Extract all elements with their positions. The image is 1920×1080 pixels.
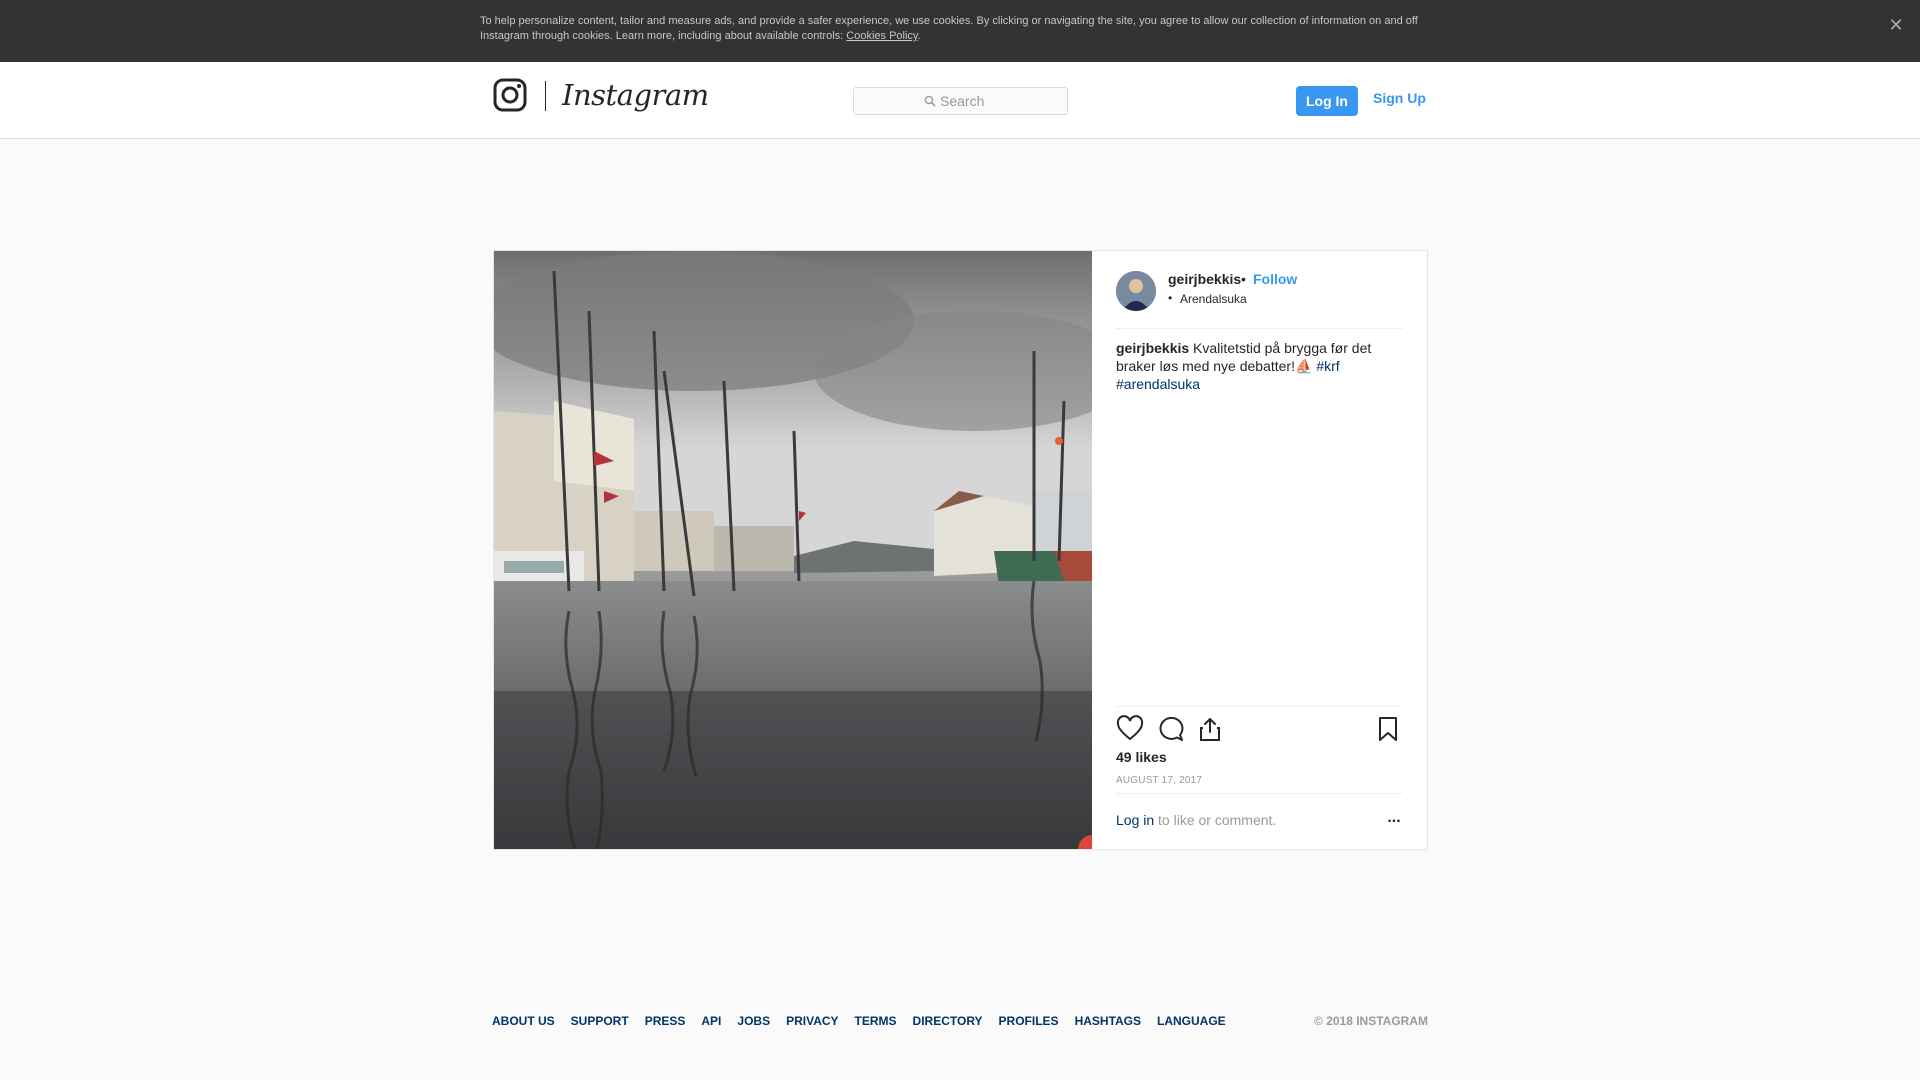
cookies-policy-link[interactable]: Cookies Policy <box>846 30 917 42</box>
footer-link-press[interactable]: Press <box>645 1014 686 1028</box>
comment-icon[interactable] <box>1156 715 1184 743</box>
search-input[interactable] <box>940 91 1060 111</box>
post-date: AUGUST 17, 2017 <box>1116 775 1203 786</box>
more-options-button[interactable]: ... <box>1384 810 1404 828</box>
harbor-photo <box>494 251 1092 849</box>
follow-button[interactable]: Follow <box>1253 271 1297 287</box>
post-caption: geirjbekkis Kvalitetstid på brygga før d… <box>1116 339 1403 393</box>
footer-link-hashtags[interactable]: Hashtags <box>1075 1014 1141 1028</box>
cookie-text-end: . <box>917 30 921 42</box>
search-box[interactable] <box>853 87 1068 115</box>
footer-link-support[interactable]: Support <box>571 1014 629 1028</box>
comment-prompt: Log in to like or comment. <box>1116 812 1276 828</box>
like-count[interactable]: 49 likes <box>1116 749 1167 765</box>
share-icon[interactable] <box>1196 715 1224 743</box>
cookie-banner: To help personalize content, tailor and … <box>0 0 1920 62</box>
footer: About us Support Press API Jobs Privacy … <box>492 1014 1428 1034</box>
caption-username[interactable]: geirjbekkis <box>1116 340 1189 356</box>
footer-link-terms[interactable]: Terms <box>855 1014 897 1028</box>
post-photo[interactable] <box>494 251 1092 849</box>
footer-link-directory[interactable]: Directory <box>913 1014 983 1028</box>
footer-link-api[interactable]: API <box>701 1014 721 1028</box>
hashtag-link[interactable]: #krf <box>1316 358 1339 374</box>
post-card: geirjbekkis • Follow • Arendalsuka geirj… <box>493 250 1428 850</box>
logo-divider <box>545 81 546 111</box>
login-button[interactable]: Log In <box>1296 86 1358 116</box>
bookmark-icon[interactable] <box>1374 715 1402 743</box>
avatar-image <box>1116 271 1156 311</box>
comment-prompt-row: Log in to like or comment. ... <box>1116 793 1403 849</box>
copyright: © 2018 Instagram <box>1314 1014 1428 1028</box>
signup-link[interactable]: Sign Up <box>1373 90 1426 106</box>
separator-dot: • <box>1241 271 1246 287</box>
cookie-banner-text: To help personalize content, tailor and … <box>480 14 1440 44</box>
footer-link-language[interactable]: Language <box>1157 1014 1226 1028</box>
camera-glyph-icon[interactable] <box>493 78 527 112</box>
comment-prompt-text: to like or comment. <box>1154 812 1277 828</box>
footer-link-privacy[interactable]: Privacy <box>786 1014 838 1028</box>
caption-emoji: ⛵ <box>1294 358 1313 374</box>
login-link[interactable]: Log in <box>1116 812 1154 828</box>
location-dot: • <box>1168 291 1173 305</box>
post-sidebar: geirjbekkis • Follow • Arendalsuka geirj… <box>1092 251 1427 849</box>
post-actions: 49 likes AUGUST 17, 2017 Log in to like … <box>1116 706 1403 849</box>
footer-link-jobs[interactable]: Jobs <box>737 1014 770 1028</box>
footer-link-profiles[interactable]: Profiles <box>999 1014 1059 1028</box>
footer-link-about[interactable]: About us <box>492 1014 555 1028</box>
search-icon <box>924 95 936 107</box>
post-header: geirjbekkis • Follow • Arendalsuka <box>1116 251 1403 329</box>
heart-icon[interactable] <box>1116 715 1144 743</box>
cookie-text: To help personalize content, tailor and … <box>480 15 1418 42</box>
instagram-wordmark[interactable]: Instagram <box>562 78 709 112</box>
top-nav: Instagram Log In Sign Up <box>0 62 1920 139</box>
hashtag-link[interactable]: #arendalsuka <box>1116 376 1200 392</box>
avatar[interactable] <box>1116 271 1156 311</box>
footer-nav: About us Support Press API Jobs Privacy … <box>492 1014 1226 1028</box>
post-location[interactable]: Arendalsuka <box>1180 292 1247 306</box>
post-username[interactable]: geirjbekkis <box>1168 271 1241 287</box>
close-icon[interactable]: ✕ <box>1886 15 1906 35</box>
